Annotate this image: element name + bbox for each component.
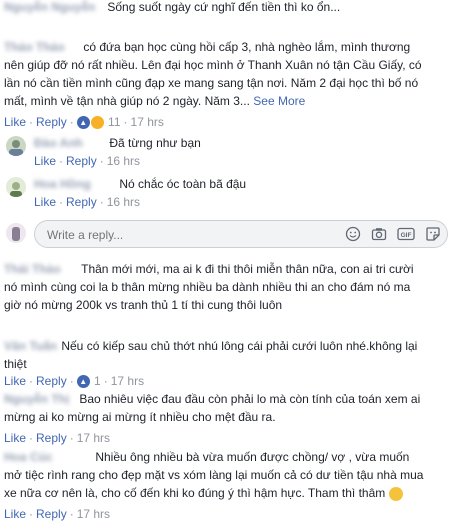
comment-0: Nguyễn Nguyễn Sống suốt ngày cứ nghĩ đến…	[0, 0, 460, 20]
like-button[interactable]: Like	[4, 115, 26, 129]
like-button[interactable]: Like	[4, 507, 26, 521]
timestamp[interactable]: 17 hrs	[77, 507, 110, 521]
reply-input[interactable]	[45, 225, 299, 245]
haha-reaction-icon	[90, 116, 104, 130]
timestamp[interactable]: 16 hrs	[107, 154, 140, 168]
my-avatar	[6, 223, 26, 243]
commenter-name[interactable]: Thái Thảo	[4, 260, 78, 279]
reaction-count[interactable]: 1	[94, 374, 101, 388]
comment-text: mở tiệc rình rang cho đẹp mặt vs xóm làn…	[4, 468, 424, 482]
like-button[interactable]: Like	[4, 374, 26, 388]
comment-text: thiệt	[4, 357, 27, 371]
reply-button[interactable]: Reply	[36, 115, 67, 129]
comment-text: Nếu có kiếp sau chủ thớt nhú lông cái ph…	[61, 339, 418, 353]
comment-2: Đào Anh Đã từng như bạn Like · Reply · 16 hr…	[34, 134, 201, 168]
commenter-name[interactable]: Nguyễn Thị	[4, 390, 76, 409]
reply-button[interactable]: Reply	[66, 154, 97, 168]
my-avatar-image	[6, 223, 26, 243]
like-button[interactable]: Like	[4, 431, 26, 445]
commenter-name[interactable]: Văn Tuấn	[4, 337, 58, 356]
timestamp[interactable]: 16 hrs	[107, 195, 140, 209]
reaction-count[interactable]: 11	[108, 115, 120, 129]
gif-icon[interactable]: GIF	[397, 226, 415, 242]
comment-text: mừng ai ko mừng ai mừng ít nhiều cho mệt…	[4, 410, 276, 424]
comment-text: nên giúp đỡ nó rất nhiều. Lên đại học mì…	[4, 58, 422, 72]
comment-text: giờ nó mừng 200k vs tranh thủ 1 tí thi c…	[4, 298, 283, 312]
reply-button[interactable]: Reply	[36, 431, 67, 445]
like-reaction-icon: ▲	[76, 375, 90, 389]
comment-3: Hoa Hồng Nó chắc óc toàn bã đậu Like · Rep…	[34, 175, 247, 209]
reply-box: GIF	[34, 220, 448, 248]
comment-text: xe nữa cơ nên là, cho cố đến khi ko đúng…	[4, 486, 386, 500]
commenter-name[interactable]: Đào Anh	[34, 134, 106, 153]
comment-text: Sống suốt ngày cứ nghĩ đến tiền thì ko ổ…	[107, 0, 341, 14]
timestamp[interactable]: 17 hrs	[111, 374, 144, 388]
reply-button[interactable]: Reply	[36, 374, 67, 388]
comment-1: Thảo Thảo có đứa bạn học cùng hồi cấp 3,…	[4, 38, 422, 130]
see-more-link[interactable]: See More	[253, 94, 305, 108]
comment-text: có đứa bạn học cùng hồi cấp 3, nhà nghèo…	[83, 40, 411, 54]
comment-text: Thân mới mới, ma ai k đi thi thôi miễn t…	[81, 262, 414, 276]
commenter-name[interactable]: Nguyễn Nguyễn	[4, 0, 104, 17]
like-button[interactable]: Like	[34, 154, 56, 168]
comment-7: Hoa Cúc Nhiều ông nhiều bà vừa muốn được…	[4, 448, 424, 521]
comment-text: lần nó cần tiền mình cũng đạp xe mang sa…	[4, 76, 419, 90]
thinking-emoji-icon	[388, 486, 403, 501]
svg-text:GIF: GIF	[401, 232, 412, 239]
commenter-name[interactable]: Hoa Cúc	[4, 448, 92, 467]
camera-icon[interactable]	[371, 226, 387, 242]
emoji-icon[interactable]	[345, 226, 361, 242]
like-reaction-icon: ▲	[76, 116, 90, 130]
commenter-name[interactable]: Hoa Hồng	[34, 175, 116, 194]
comment-4: Thái Thảo Thân mới mới, ma ai k đi thi t…	[0, 260, 460, 332]
like-button[interactable]: Like	[34, 195, 56, 209]
reply-button[interactable]: Reply	[36, 507, 67, 521]
reply-button[interactable]: Reply	[66, 195, 97, 209]
comment-text: mất, mình về tận nhà giúp nó 2 ngày. Năm…	[4, 94, 250, 108]
comment-text: Đã từng như bạn	[109, 136, 201, 150]
comment-text: Nó chắc óc toàn bã đậu	[119, 177, 247, 191]
commenter-name[interactable]: Thảo Thảo	[4, 38, 80, 57]
comment-6: Nguyễn Thị Bao nhiêu việc đau đầu còn ph…	[4, 390, 421, 445]
timestamp[interactable]: 17 hrs	[131, 115, 164, 129]
comment-text: Nhiều ông nhiều bà vừa muốn được chồng/ …	[95, 450, 410, 464]
comment-text: Bao nhiêu việc đau đầu còn phải lo mà cò…	[79, 392, 421, 406]
timestamp[interactable]: 17 hrs	[77, 431, 110, 445]
comment-5: Văn Tuấn Nếu có kiếp sau chủ thớt nhú lô…	[4, 337, 418, 389]
sticker-icon[interactable]	[425, 226, 441, 242]
comment-text: nó mình cùng coi la b thân mừng nhiều ba…	[4, 280, 411, 294]
